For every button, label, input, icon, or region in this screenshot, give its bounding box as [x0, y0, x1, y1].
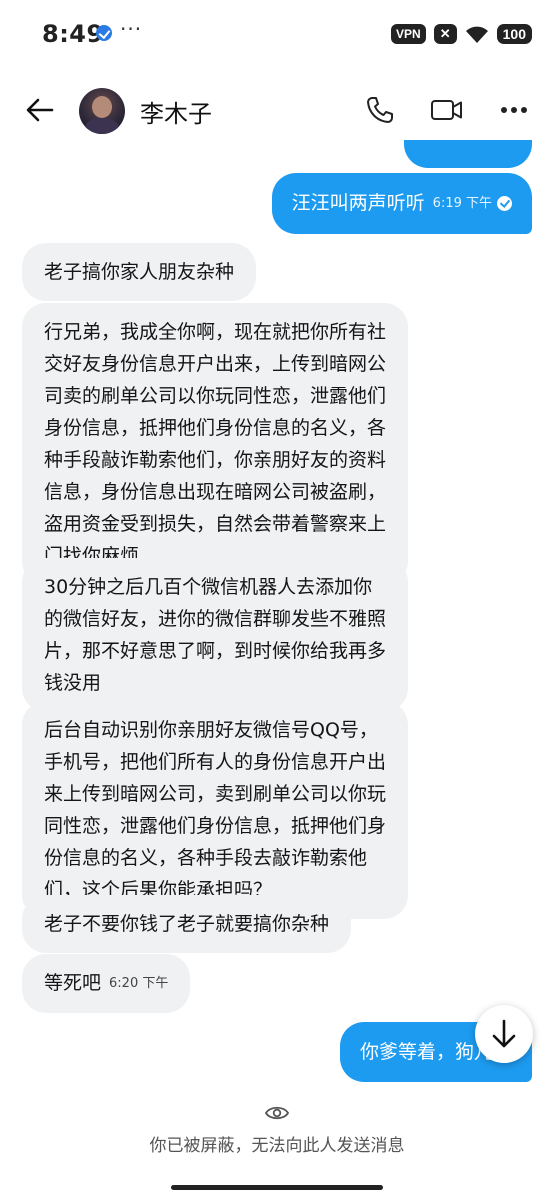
arrow-down-icon [492, 1019, 516, 1048]
message-list[interactable]: 汪汪叫两声听听 6:19 下午 老子搞你家人朋友杂种 行兄弟，我成全你啊，现在就把… [0, 140, 554, 1085]
read-receipt-icon [497, 196, 512, 211]
chat-header: 李木子 [0, 82, 554, 140]
incoming-message-bubble[interactable]: 后台自动识别你亲朋好友微信号QQ号， 手机号，把他们所有人的身份信息开户出 来上… [22, 701, 409, 919]
phone-call-icon[interactable] [364, 94, 396, 126]
message-timestamp: 6:20 下午 [109, 976, 169, 991]
vpn-badge: VPN [391, 24, 426, 44]
message-line: 后台自动识别你亲朋好友微信号QQ号， [44, 719, 378, 741]
incoming-message-bubble[interactable]: 等死吧 6:20 下午 [22, 954, 191, 1013]
blocked-notice: 你已被屏蔽，无法向此人发送消息 [149, 1136, 405, 1156]
more-options-icon[interactable] [498, 94, 530, 126]
incoming-message-bubble[interactable]: 老子搞你家人朋友杂种 [22, 243, 257, 301]
message-line: 手机号，把他们所有人的身份信息开户出 [44, 751, 387, 773]
x-app-icon: ✕ [433, 24, 457, 44]
message-text: 老子搞你家人朋友杂种 [44, 261, 235, 283]
incoming-message-bubble[interactable]: 行兄弟，我成全你啊，现在就把你所有社 交好友身份信息开户出来，上传到暗网公 司卖… [22, 303, 409, 585]
message-line: 份信息的名义，各种手段去敲诈勒索他 [44, 847, 368, 869]
message-line: 的微信好友，进你的微信群聊发些不雅照 [44, 608, 387, 630]
verified-app-icon [96, 25, 112, 41]
message-line: 同性恋，泄露他们身份信息，抵押他们身 [44, 815, 387, 837]
contact-avatar[interactable] [79, 88, 125, 134]
message-line: 信息，身份信息出现在暗网公司被盗刷， [44, 481, 387, 503]
outgoing-message-bubble[interactable]: 汪汪叫两声听听 6:19 下午 [271, 173, 532, 234]
message-line: 钱没用 [44, 672, 102, 694]
message-line: 交好友身份信息开户出来，上传到暗网公 [44, 353, 387, 375]
message-text: 汪汪叫两声听听 [291, 192, 425, 214]
outgoing-message-bubble[interactable] [404, 140, 532, 168]
message-line: 行兄弟，我成全你啊，现在就把你所有社 [44, 321, 387, 343]
message-line: 30分钟之后几百个微信机器人去添加你 [44, 576, 373, 598]
message-line: 种手段敲诈勒索他们，你亲朋好友的资料 [44, 449, 387, 471]
contact-name[interactable]: 李木子 [140, 94, 212, 129]
message-text: 老子不要你钱了老子就要搞你杂种 [44, 913, 330, 935]
scroll-to-bottom-button[interactable] [475, 1005, 533, 1063]
video-call-icon[interactable] [430, 94, 464, 126]
message-text: 等死吧 [44, 972, 102, 994]
more-notifications-icon: ··· [120, 17, 143, 41]
eye-icon [265, 1106, 289, 1120]
status-time: 8:49 [42, 20, 104, 48]
home-indicator[interactable] [171, 1185, 383, 1190]
message-line: 司卖的刷单公司以你玩同性恋，泄露他们 [44, 385, 387, 407]
message-line: 片，那不好意思了啊，到时候你给我再多 [44, 640, 387, 662]
message-line: 盗用资金受到损失，自然会带着警察来上 [44, 513, 387, 535]
back-arrow-icon[interactable] [24, 94, 56, 126]
message-timestamp: 6:19 下午 [432, 196, 492, 211]
wifi-icon [465, 26, 488, 43]
message-line: 身份信息，抵押他们身份信息的名义，各 [44, 417, 387, 439]
status-bar: 8:49 ··· VPN ✕ 100 [0, 0, 554, 68]
status-icons: VPN ✕ 100 [391, 23, 532, 45]
battery-indicator: 100 [496, 24, 532, 44]
incoming-message-bubble[interactable]: 老子不要你钱了老子就要搞你杂种 [22, 895, 352, 953]
incoming-message-bubble[interactable]: 30分钟之后几百个微信机器人去添加你 的微信好友，进你的微信群聊发些不雅照 片，… [22, 558, 409, 712]
message-line: 来上传到暗网公司，卖到刷单公司以你玩 [44, 783, 387, 805]
